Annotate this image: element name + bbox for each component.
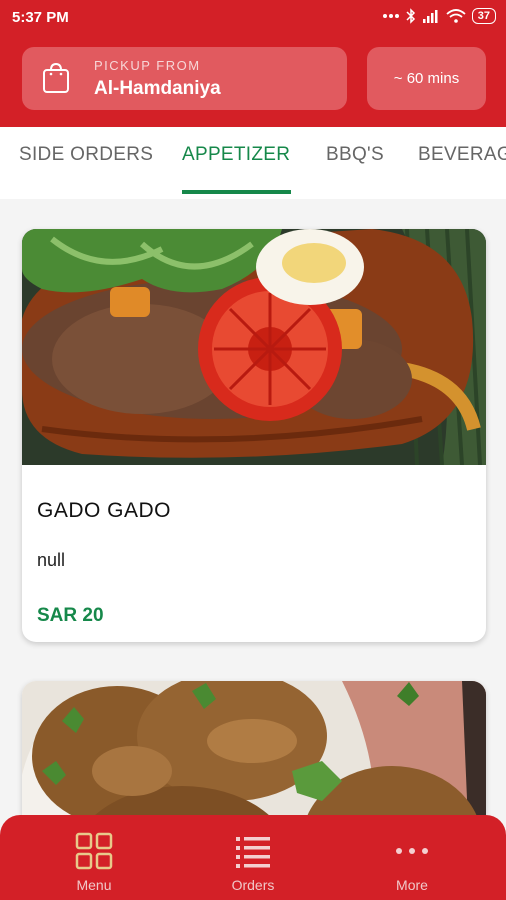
status-bar: 5:37 PM 37 xyxy=(0,0,506,36)
estimated-time: ~ 60 mins xyxy=(393,70,460,87)
nav-menu-label: Menu xyxy=(76,877,112,893)
grid-icon xyxy=(75,832,113,870)
signal-icon xyxy=(422,10,438,23)
wifi-icon xyxy=(446,9,466,23)
dish-image xyxy=(22,229,486,465)
dish-name: GADO GADO xyxy=(37,499,172,522)
category-tabs: SIDE ORDERS APPETIZER BBQ'S BEVERAGES xyxy=(0,127,506,199)
menu-list[interactable]: GADO GADO null SAR 20 xyxy=(0,199,506,900)
more-dots-icon xyxy=(382,14,399,18)
bluetooth-icon xyxy=(406,8,415,24)
shopping-bag-icon xyxy=(43,62,69,93)
dish-description: null xyxy=(37,550,66,570)
tab-beverages[interactable]: BEVERAGES xyxy=(418,144,506,166)
active-tab-indicator xyxy=(182,190,291,194)
nav-more-label: More xyxy=(396,877,428,893)
tab-appetizer[interactable]: APPETIZER xyxy=(182,144,290,166)
dish-price: SAR 20 xyxy=(37,605,104,626)
pickup-label: PICKUP FROM xyxy=(94,58,201,73)
status-icons: 37 xyxy=(382,8,496,24)
tab-bbqs[interactable]: BBQ'S xyxy=(326,144,384,166)
nav-orders[interactable]: Orders xyxy=(169,815,337,900)
battery-icon: 37 xyxy=(471,8,496,24)
more-dots-icon xyxy=(396,848,428,854)
pickup-location: Al-Hamdaniya xyxy=(94,78,221,99)
pickup-location-button[interactable]: PICKUP FROM Al-Hamdaniya xyxy=(22,47,347,110)
list-icon xyxy=(236,837,270,868)
bottom-navigation: Menu Orders More xyxy=(0,815,506,900)
nav-menu[interactable]: Menu xyxy=(10,815,178,900)
nav-more[interactable]: More xyxy=(328,815,496,900)
header: PICKUP FROM Al-Hamdaniya ~ 60 mins xyxy=(0,36,506,127)
status-time: 5:37 PM xyxy=(12,9,69,26)
tab-side-orders[interactable]: SIDE ORDERS xyxy=(19,144,153,166)
nav-orders-label: Orders xyxy=(231,877,275,893)
menu-item-card[interactable]: GADO GADO null SAR 20 xyxy=(22,229,486,642)
estimated-time-badge: ~ 60 mins xyxy=(367,47,486,110)
